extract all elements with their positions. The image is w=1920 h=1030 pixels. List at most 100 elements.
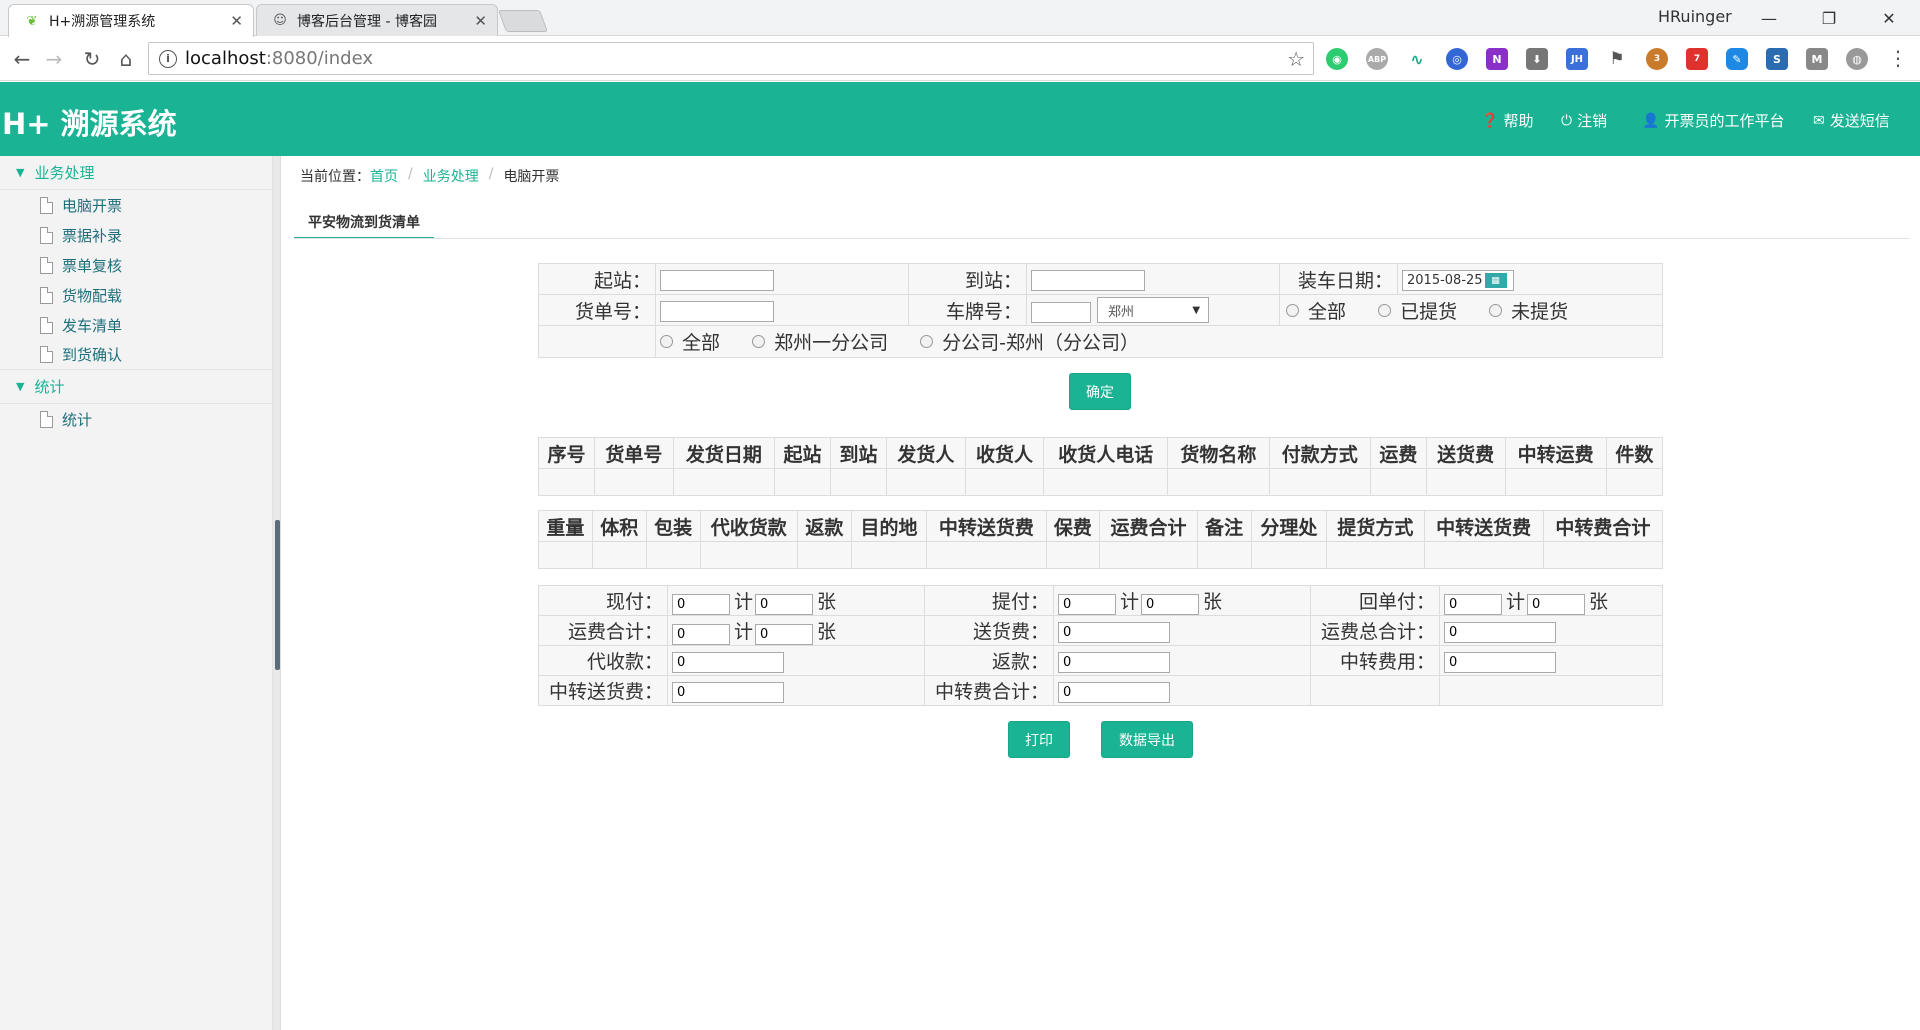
column-header[interactable]: 到站 bbox=[829, 437, 888, 469]
company-radio-all[interactable]: 全部 bbox=[660, 328, 720, 355]
zhongzhuanfei-heji-input[interactable] bbox=[1058, 681, 1170, 703]
confirm-button[interactable]: 确定 bbox=[1069, 373, 1131, 410]
column-header[interactable]: 发货人 bbox=[886, 437, 966, 469]
nav-workspace[interactable]: 👤 开票员的工作平台 bbox=[1642, 110, 1784, 131]
app-logo[interactable]: H+ 溯源系统 bbox=[2, 101, 177, 143]
yunfei-heji-amount-input[interactable] bbox=[672, 623, 730, 645]
url-bar[interactable]: i localhost:8080/index ☆ bbox=[148, 42, 1314, 75]
column-header[interactable]: 包装 bbox=[645, 510, 701, 542]
load-date-input[interactable]: 2015-08-25 ▦ bbox=[1402, 270, 1514, 291]
plate-input[interactable] bbox=[1031, 301, 1091, 323]
sidebar-item[interactable]: 票单复核 bbox=[0, 250, 272, 280]
company-radio-zhengzhou-1[interactable]: 郑州一分公司 bbox=[752, 328, 888, 355]
restore-icon[interactable]: ❐ bbox=[1806, 4, 1852, 32]
huidanfu-count-input[interactable] bbox=[1527, 593, 1586, 615]
ext-badge-icon[interactable]: 3 bbox=[1646, 48, 1668, 70]
column-header[interactable]: 代收货款 bbox=[699, 510, 798, 542]
zhongzhuan-feiyong-input[interactable] bbox=[1444, 651, 1556, 673]
sidebar-item[interactable]: 票据补录 bbox=[0, 220, 272, 250]
sidebar-item[interactable]: 统计 bbox=[0, 404, 272, 434]
adblock-icon[interactable]: ABP bbox=[1366, 48, 1388, 70]
minimize-icon[interactable]: — bbox=[1746, 4, 1792, 32]
window-close-icon[interactable]: ✕ bbox=[1866, 4, 1912, 32]
column-header[interactable]: 收货人 bbox=[964, 437, 1045, 469]
column-header[interactable]: 运费 bbox=[1369, 437, 1427, 469]
column-header[interactable]: 体积 bbox=[591, 510, 647, 542]
column-header[interactable]: 付款方式 bbox=[1268, 437, 1371, 469]
onenote-icon[interactable]: N bbox=[1486, 48, 1508, 70]
column-header[interactable]: 分理处 bbox=[1250, 510, 1328, 542]
fankuan-input[interactable] bbox=[1058, 651, 1170, 673]
back-icon[interactable]: ← bbox=[8, 45, 36, 73]
menu-icon[interactable]: ⋮ bbox=[1888, 46, 1908, 70]
column-header[interactable]: 目的地 bbox=[850, 510, 928, 542]
column-header[interactable]: 重量 bbox=[538, 510, 593, 542]
feather-icon[interactable]: ✎ bbox=[1726, 48, 1748, 70]
plate-city-select[interactable]: 郑州 ▼ bbox=[1097, 297, 1210, 323]
nav-logout[interactable]: ⏻ 注销 bbox=[1561, 110, 1607, 131]
browser-tab-active[interactable]: ❦ H+溯源管理系统 ✕ bbox=[8, 4, 254, 37]
xianfu-amount-input[interactable] bbox=[672, 593, 730, 615]
browser-tab[interactable]: ☺ 博客后台管理 - 博客园 ✕ bbox=[256, 4, 498, 36]
extension-icon[interactable]: ◉ bbox=[1326, 48, 1348, 70]
start-station-input[interactable] bbox=[660, 270, 774, 291]
download-icon[interactable]: ⬇ bbox=[1526, 48, 1548, 70]
print-button[interactable]: 打印 bbox=[1008, 721, 1070, 758]
translate-icon[interactable]: ◎ bbox=[1446, 48, 1468, 70]
tifu-count-input[interactable] bbox=[1141, 593, 1200, 615]
jh-icon[interactable]: JH bbox=[1566, 48, 1588, 70]
column-header[interactable]: 中转送货费 bbox=[926, 510, 1047, 542]
table-row[interactable] bbox=[537, 468, 1664, 496]
sidebar-item[interactable]: 电脑开票 bbox=[0, 190, 272, 220]
cargo-no-input[interactable] bbox=[660, 301, 774, 322]
forward-icon[interactable]: → bbox=[40, 45, 68, 73]
column-header[interactable]: 运费合计 bbox=[1099, 510, 1198, 542]
column-header[interactable]: 中转送货费 bbox=[1423, 510, 1544, 542]
breadcrumb-business[interactable]: 业务处理 bbox=[423, 166, 479, 186]
sidebar-item[interactable]: 发车清单 bbox=[0, 310, 272, 340]
tifu-amount-input[interactable] bbox=[1058, 593, 1116, 615]
sidebar-group-stats[interactable]: ▼ 统计 bbox=[0, 370, 272, 404]
splitter-handle[interactable] bbox=[275, 520, 280, 670]
table-row[interactable] bbox=[538, 541, 1664, 569]
pickup-radio-all[interactable]: 全部 bbox=[1286, 297, 1346, 324]
nav-send-sms[interactable]: ✉ 发送短信 bbox=[1813, 110, 1890, 131]
company-radio-branch[interactable]: 分公司-郑州（分公司） bbox=[920, 328, 1139, 355]
column-header[interactable]: 起站 bbox=[773, 437, 831, 469]
songhuofei-input[interactable] bbox=[1058, 621, 1170, 643]
close-icon[interactable]: ✕ bbox=[474, 12, 487, 30]
column-header[interactable]: 货单号 bbox=[594, 437, 674, 469]
home-icon[interactable]: ⌂ bbox=[112, 45, 140, 73]
column-header[interactable]: 保费 bbox=[1045, 510, 1101, 542]
daishoukuan-input[interactable] bbox=[672, 651, 784, 673]
export-button[interactable]: 数据导出 bbox=[1101, 721, 1193, 758]
tab-arrival-list[interactable]: 平安物流到货清单 bbox=[294, 206, 434, 239]
column-header[interactable]: 发货日期 bbox=[672, 437, 775, 469]
sidebar-item[interactable]: 到货确认 bbox=[0, 340, 272, 370]
sidebar-splitter[interactable] bbox=[273, 156, 281, 1030]
yunfei-heji-count-input[interactable] bbox=[755, 623, 814, 645]
gmail-icon[interactable]: M bbox=[1806, 48, 1828, 70]
sidebar-group-business[interactable]: ▼ 业务处理 bbox=[0, 156, 272, 190]
bookmark-star-icon[interactable]: ☆ bbox=[1287, 47, 1305, 71]
close-icon[interactable]: ✕ bbox=[230, 12, 243, 30]
huidanfu-amount-input[interactable] bbox=[1444, 593, 1502, 615]
zhongzhuan-songhuofei-input[interactable] bbox=[672, 681, 784, 703]
globe-icon[interactable]: ◍ bbox=[1846, 48, 1868, 70]
column-header[interactable]: 货物名称 bbox=[1167, 437, 1270, 469]
column-header[interactable]: 收货人电话 bbox=[1043, 437, 1169, 469]
breadcrumb-home[interactable]: 首页 bbox=[370, 166, 398, 186]
column-header[interactable]: 件数 bbox=[1605, 437, 1664, 469]
column-header[interactable]: 返款 bbox=[796, 510, 852, 542]
bookmark-icon[interactable]: ⚑ bbox=[1606, 48, 1628, 70]
end-station-input[interactable] bbox=[1031, 270, 1145, 291]
pickup-radio-not-picked[interactable]: 未提货 bbox=[1489, 297, 1568, 324]
column-header[interactable]: 送货费 bbox=[1425, 437, 1506, 469]
column-header[interactable]: 序号 bbox=[537, 437, 596, 469]
pickup-radio-picked[interactable]: 已提货 bbox=[1378, 297, 1457, 324]
nav-help[interactable]: ❓ 帮助 bbox=[1481, 110, 1533, 131]
yunfei-zongheji-input[interactable] bbox=[1444, 621, 1556, 643]
profile-name[interactable]: HRuinger bbox=[1658, 7, 1732, 26]
column-header[interactable]: 中转费合计 bbox=[1542, 510, 1664, 542]
calendar-icon[interactable]: ▦ bbox=[1484, 273, 1507, 288]
